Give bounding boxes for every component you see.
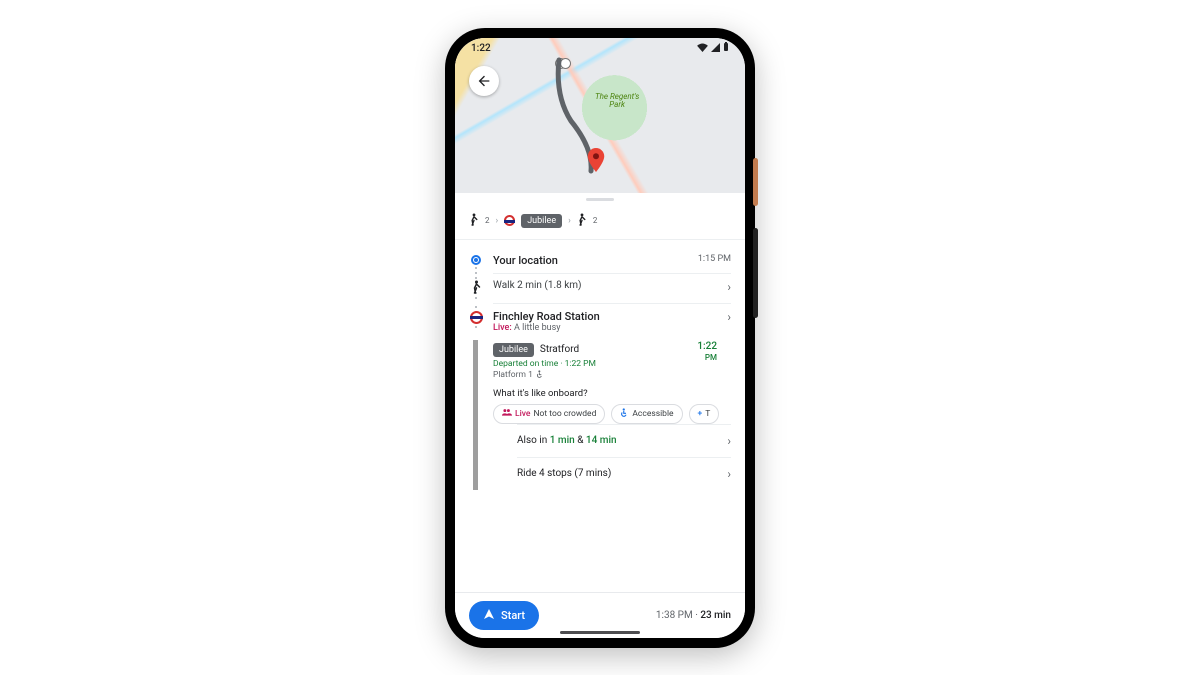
train-destination: Stratford xyxy=(540,344,579,355)
signal-icon xyxy=(711,43,720,55)
phone-side-button xyxy=(753,158,758,206)
chevron-right-icon: › xyxy=(568,216,571,226)
start-button-label: Start xyxy=(501,609,525,622)
more-chip-text: T xyxy=(705,409,710,419)
status-icons xyxy=(697,42,729,55)
also-time-1: 1 min xyxy=(550,435,575,446)
walk-step-label: Walk 2 min (1.8 km) xyxy=(493,280,713,291)
crowd-text: Not too crowded xyxy=(533,409,596,419)
sheet-drag-handle[interactable] xyxy=(455,193,745,207)
accessible-chip[interactable]: Accessible xyxy=(611,404,682,424)
departure-time: 1:22 PM xyxy=(697,341,717,363)
chevron-right-icon: › xyxy=(723,467,731,481)
route-summary: 2 › Jubilee › 2 xyxy=(455,207,745,240)
phone-volume-button xyxy=(753,228,758,318)
phone-frame: 1:22 The Regent's Park xyxy=(445,28,755,648)
walk-icon xyxy=(469,213,479,229)
depart-time-period: PM xyxy=(705,353,717,362)
screen: 1:22 The Regent's Park xyxy=(455,38,745,638)
summary-line-label: Jubilee xyxy=(527,216,556,226)
depart-time-value: 1:22 xyxy=(697,341,717,352)
summary-walk1-min: 2 xyxy=(485,216,490,225)
platform-label: Platform 1 xyxy=(493,370,533,380)
destination-pin-icon xyxy=(587,148,605,175)
departure-status: Departed on time · 1:22 PM xyxy=(493,359,731,369)
onboard-chips: Live Not too crowded Accessible + T xyxy=(493,404,731,424)
live-label: Live: xyxy=(493,323,512,333)
platform-info: Platform 1 xyxy=(493,370,731,380)
crowd-chip[interactable]: Live Not too crowded xyxy=(493,404,605,424)
summary-walk2-min: 2 xyxy=(593,216,598,225)
accessible-icon xyxy=(620,408,629,420)
step-your-location: Your location 1:15 PM xyxy=(469,248,731,273)
train-line-label: Jubilee xyxy=(499,345,528,355)
summary-line-chip: Jubilee xyxy=(521,214,562,228)
map-view[interactable]: The Regent's Park xyxy=(455,38,745,193)
battery-icon xyxy=(723,42,729,55)
walk-icon xyxy=(577,213,587,229)
train-line-chip: Jubilee xyxy=(493,343,534,357)
directions-steps: Your location 1:15 PM Walk 2 min (1.8 km… xyxy=(455,240,745,490)
step-walk[interactable]: Walk 2 min (1.8 km) › xyxy=(469,274,731,303)
station-live-status: Live: A little busy xyxy=(493,323,713,333)
navigate-icon xyxy=(483,608,495,623)
underground-icon xyxy=(470,311,483,324)
status-time: 1:22 xyxy=(471,43,491,54)
map-park-label: The Regent's Park xyxy=(595,93,639,109)
eta-summary: 1:38 PM · 23 min xyxy=(656,610,731,621)
location-dot-icon xyxy=(471,255,481,265)
step-station[interactable]: Finchley Road Station Live: A little bus… xyxy=(469,304,731,339)
accessible-icon xyxy=(536,370,544,380)
your-location-time: 1:15 PM xyxy=(698,254,731,264)
crowd-live-label: Live xyxy=(515,409,530,419)
onboard-question: What it's like onboard? xyxy=(493,388,731,399)
more-chip[interactable]: + T xyxy=(689,404,720,424)
arrow-left-icon xyxy=(476,73,492,89)
chevron-right-icon: › xyxy=(723,434,731,448)
next-departures-text: Also in 1 min & 14 min xyxy=(517,435,617,446)
gesture-bar xyxy=(560,631,640,634)
ride-stops-row[interactable]: Ride 4 stops (7 mins) › xyxy=(517,457,731,490)
chevron-right-icon: › xyxy=(723,310,731,324)
station-name: Finchley Road Station xyxy=(493,310,713,323)
back-button[interactable] xyxy=(469,66,499,96)
ride-stops-text: Ride 4 stops (7 mins) xyxy=(517,468,611,479)
accessible-label: Accessible xyxy=(632,409,673,419)
also-time-2: 14 min xyxy=(586,435,617,446)
your-location-label: Your location xyxy=(493,254,688,267)
arrive-time: 1:38 PM xyxy=(656,610,693,621)
train-details: 1:22 PM Jubilee Stratford Departed on ti… xyxy=(493,339,731,490)
walk-icon xyxy=(471,280,482,297)
timeline-transit-line xyxy=(473,340,478,490)
status-bar: 1:22 xyxy=(455,38,745,60)
plus-icon: + xyxy=(698,409,703,419)
also-amp: & xyxy=(575,435,586,446)
live-text: A little busy xyxy=(514,323,560,333)
chevron-right-icon: › xyxy=(496,216,499,226)
people-icon xyxy=(502,408,512,419)
trip-duration: 23 min xyxy=(700,610,731,621)
chevron-right-icon: › xyxy=(723,280,731,294)
underground-icon xyxy=(504,215,515,226)
also-prefix: Also in xyxy=(517,435,550,446)
next-departures-row[interactable]: Also in 1 min & 14 min › xyxy=(517,424,731,457)
wifi-icon xyxy=(697,43,708,55)
start-button[interactable]: Start xyxy=(469,601,539,630)
